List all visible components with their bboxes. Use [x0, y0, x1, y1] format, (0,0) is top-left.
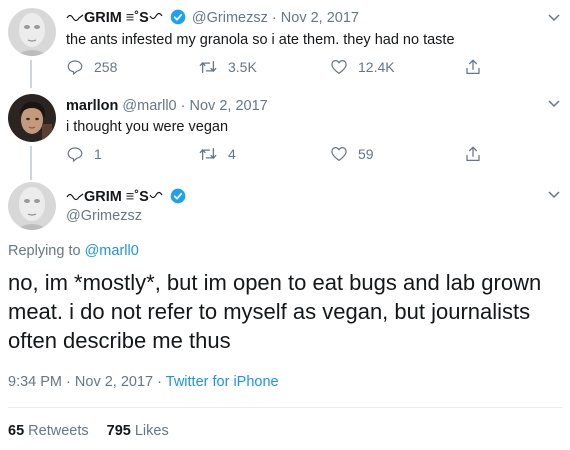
share-icon	[466, 146, 480, 162]
reply-icon	[67, 60, 83, 75]
reply-count: 258	[94, 59, 118, 75]
share-button[interactable]	[464, 58, 492, 76]
replying-to-link[interactable]: @marll0	[85, 243, 139, 259]
reply-count: 1	[94, 146, 102, 162]
tweet-header: marllon @marll0 · Nov 2, 2017	[66, 97, 268, 115]
retweet-button[interactable]: 3.5K	[198, 58, 257, 76]
like-count: 59	[358, 146, 374, 162]
verified-badge-icon	[170, 188, 186, 204]
separator: ·	[271, 10, 277, 26]
author-handle[interactable]: @Grimezsz	[66, 208, 142, 224]
chevron-down-icon[interactable]	[548, 100, 560, 108]
likes-stat[interactable]: 795 Likes	[107, 423, 169, 439]
retweets-count: 65	[8, 423, 25, 439]
like-button[interactable]: 12.4K	[330, 58, 395, 76]
replying-to: Replying to @marll0	[8, 243, 139, 259]
tweet-date[interactable]: Nov 2, 2017	[190, 98, 268, 114]
chevron-down-icon[interactable]	[548, 14, 560, 22]
avatar-marllon[interactable]	[8, 94, 56, 142]
avatar-grimes[interactable]	[8, 8, 56, 56]
author-name-row[interactable]: GRIM ≡˚S	[66, 188, 188, 205]
name-glyph-icon	[149, 191, 163, 199]
divider	[8, 407, 563, 408]
retweets-label: Retweets	[28, 423, 89, 439]
name-glyph-icon	[66, 14, 84, 22]
heart-icon	[331, 147, 347, 161]
retweet-icon	[199, 60, 217, 74]
like-button[interactable]: 59	[330, 145, 374, 163]
avatar-grimes[interactable]	[8, 182, 56, 230]
retweet-icon	[199, 147, 217, 161]
tweet-metadata: 9:34 PM · Nov 2, 2017 · Twitter for iPho…	[8, 374, 279, 390]
author-name[interactable]: marllon	[66, 98, 118, 114]
likes-count: 795	[106, 423, 131, 439]
like-count: 12.4K	[358, 59, 395, 75]
separator: ·	[66, 374, 71, 390]
tweet-marllon-reply[interactable]: marllon @marll0 · Nov 2, 2017 i thought …	[0, 88, 570, 180]
tweet-actions: 258 3.5K 12.4K	[66, 58, 496, 78]
thread-line	[30, 146, 32, 180]
retweets-stat[interactable]: 65 Retweets	[8, 423, 89, 439]
tweet-header: GRIM ≡˚S @Grimezsz · Nov 2, 2017	[66, 9, 359, 27]
author-name[interactable]: GRIM ≡˚S	[66, 10, 167, 26]
tweet-time[interactable]: 9:34 PM	[8, 374, 62, 390]
retweet-button[interactable]: 4	[198, 145, 236, 163]
tweet-actions: 1 4 59	[66, 145, 496, 165]
verified-badge-icon	[170, 9, 186, 25]
likes-label: Likes	[134, 423, 169, 439]
name-glyph-icon	[149, 12, 163, 20]
separator: ·	[157, 374, 162, 390]
tweet-text: the ants infested my granola so i ate th…	[66, 32, 455, 48]
author-handle[interactable]: @marll0	[122, 98, 176, 114]
tweet-date[interactable]: Nov 2, 2017	[281, 10, 359, 26]
author-name: GRIM ≡˚S	[84, 189, 149, 205]
retweet-count: 3.5K	[228, 59, 257, 75]
reply-button[interactable]: 1	[66, 145, 102, 163]
replying-prefix: Replying to	[8, 243, 81, 259]
separator: ·	[180, 98, 186, 114]
tweet-stats: 65 Retweets 795 Likes	[8, 423, 169, 439]
share-button[interactable]	[464, 145, 492, 163]
reply-icon	[67, 147, 83, 162]
tweet-text: i thought you were vegan	[66, 119, 229, 135]
author-handle[interactable]: @Grimezsz	[192, 10, 268, 26]
heart-icon	[331, 60, 347, 74]
tweet-grimes-granola[interactable]: GRIM ≡˚S @Grimezsz · Nov 2, 2017 the ant…	[0, 0, 570, 88]
tweet-source-link[interactable]: Twitter for iPhone	[166, 374, 279, 390]
share-icon	[466, 59, 480, 75]
retweet-count: 4	[228, 146, 236, 162]
reply-button[interactable]: 258	[66, 58, 117, 76]
tweet-text: no, im *mostly*, but im open to eat bugs…	[8, 270, 542, 353]
chevron-down-icon[interactable]	[548, 191, 560, 199]
thread-line	[30, 60, 32, 88]
name-glyph-icon	[66, 193, 84, 201]
tweet-date[interactable]: Nov 2, 2017	[75, 374, 153, 390]
